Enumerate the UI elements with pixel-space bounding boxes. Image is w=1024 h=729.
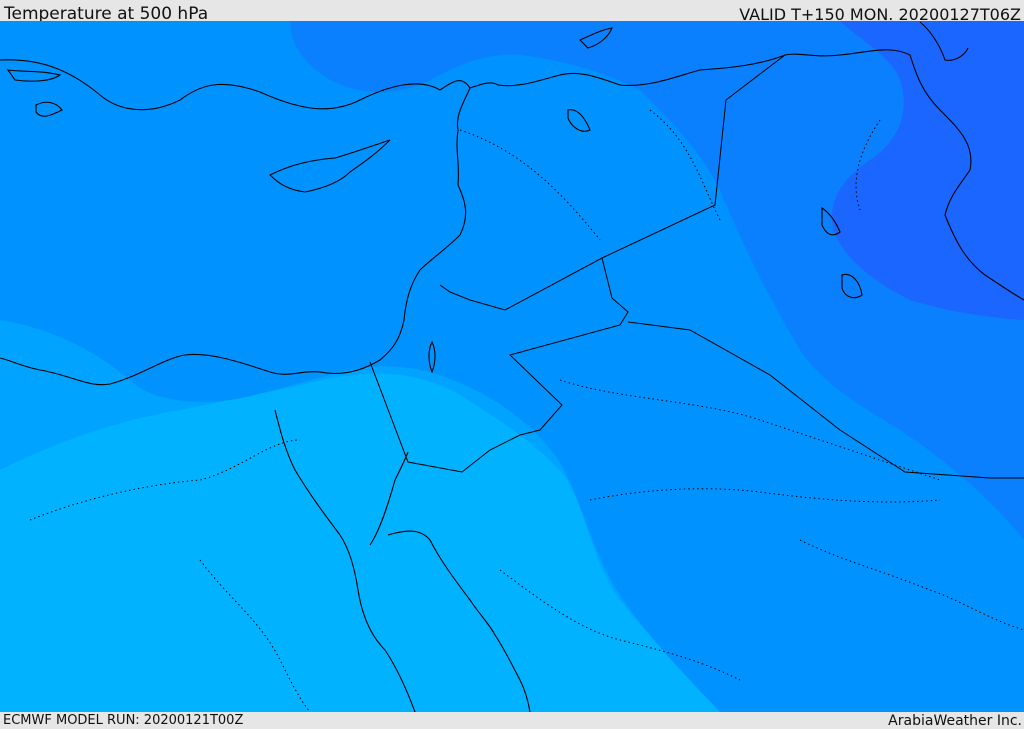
- model-run: ECMWF MODEL RUN: 20200121T00Z: [3, 713, 244, 728]
- header-bar: Temperature at 500 hPa VALID T+150 MON. …: [0, 0, 1024, 24]
- credit-text: ArabiaWeather Inc.: [888, 713, 1022, 729]
- footer-bar: ECMWF MODEL RUN: 20200121T00Z ArabiaWeat…: [0, 712, 1024, 729]
- weather-map[interactable]: [0, 21, 1024, 712]
